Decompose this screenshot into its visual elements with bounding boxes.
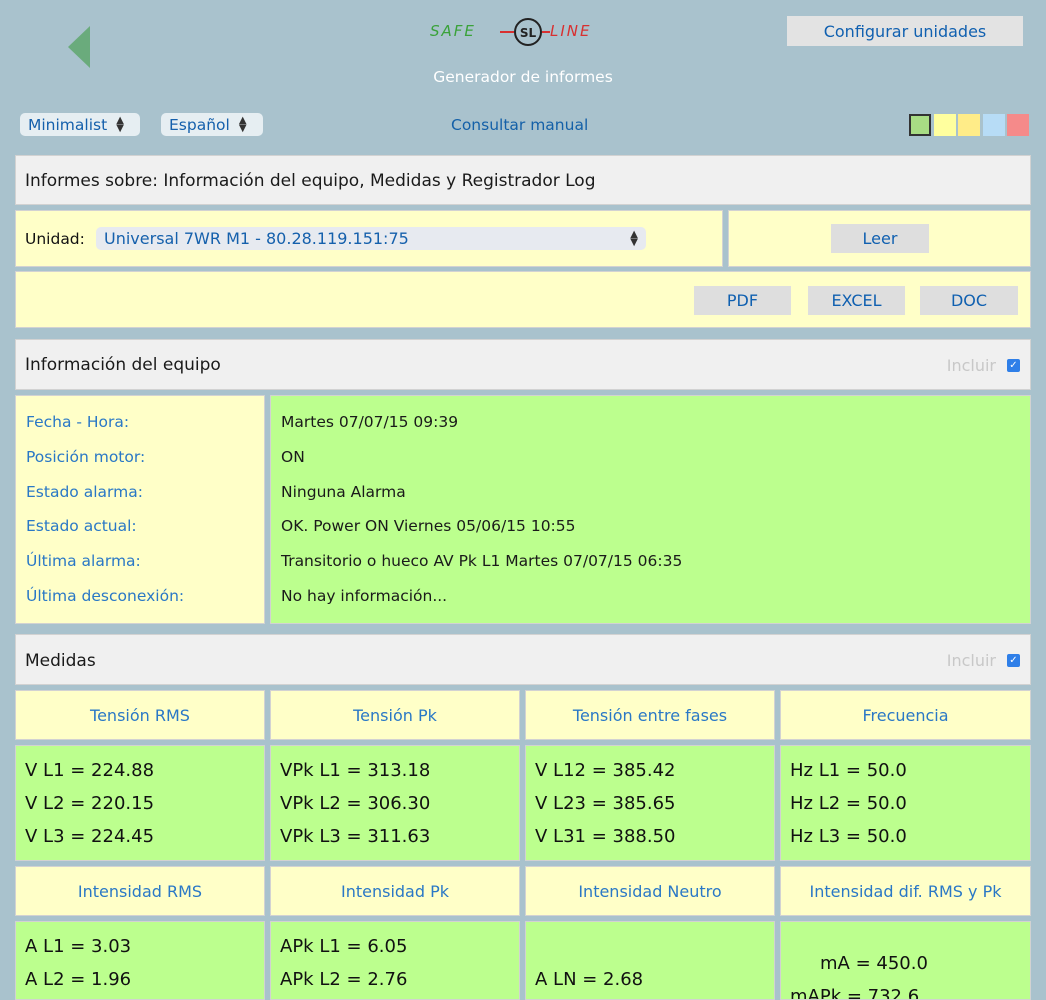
measure-value: Hz L2 = 50.0	[790, 793, 907, 814]
equipment-value: Ninguna Alarma	[281, 483, 406, 501]
measure-value: mAPk = 732.6	[790, 986, 920, 1000]
equipment-value: Transitorio o hueco AV Pk L1 Martes 07/0…	[281, 552, 683, 570]
equipment-label: Estado actual:	[26, 517, 137, 535]
measure-values-panel: V L12 = 385.42 V L23 = 385.65 V L31 = 38…	[525, 745, 775, 861]
equipment-label: Fecha - Hora:	[26, 413, 130, 431]
measures-include-checkbox[interactable]: ✓	[1007, 654, 1020, 667]
measure-value: V L2 = 220.15	[25, 793, 155, 814]
equipment-labels-panel: Fecha - Hora: Posición motor: Estado ala…	[15, 395, 265, 624]
equipment-value: Martes 07/07/15 09:39	[281, 413, 459, 431]
equipment-label: Estado alarma:	[26, 483, 143, 501]
measures-include-label: Incluir	[946, 651, 996, 670]
measure-header: Intensidad dif. RMS y Pk	[780, 866, 1031, 916]
measure-value: V L1 = 224.88	[25, 760, 155, 781]
equipment-include-checkbox[interactable]: ✓	[1007, 359, 1020, 372]
measure-header: Intensidad Neutro	[525, 866, 775, 916]
measure-values-panel: A L1 = 3.03 A L2 = 1.96	[15, 921, 265, 1000]
language-select-value: Español	[169, 115, 230, 134]
equipment-label: Última desconexión:	[26, 587, 185, 605]
configure-units-button[interactable]: Configurar unidades	[787, 16, 1023, 46]
measure-header: Intensidad RMS	[15, 866, 265, 916]
theme-select-value: Minimalist	[28, 115, 108, 134]
measure-value: mA = 450.0	[820, 953, 928, 974]
back-arrow-icon[interactable]	[68, 26, 90, 68]
measure-value: Hz L3 = 50.0	[790, 826, 907, 847]
measure-header: Tensión Pk	[270, 690, 520, 740]
logo-line-text: LINE	[550, 22, 591, 40]
measure-value: VPk L3 = 311.63	[280, 826, 431, 847]
equipment-include-label: Incluir	[946, 356, 996, 375]
page-subtitle: Generador de informes	[433, 68, 613, 86]
safeline-logo: SAFE SL LINE	[430, 18, 591, 46]
measure-header: Tensión entre fases	[525, 690, 775, 740]
svg-text:SL: SL	[520, 26, 537, 40]
select-arrows-icon: ▲ ▼	[630, 228, 638, 248]
measure-header: Frecuencia	[780, 690, 1031, 740]
unit-select[interactable]: Universal 7WR M1 - 80.28.119.151:75 ▲ ▼	[96, 227, 646, 250]
measure-header: Tensión RMS	[15, 690, 265, 740]
measure-value: VPk L2 = 306.30	[280, 793, 431, 814]
color-swatch-red[interactable]	[1007, 114, 1029, 136]
unit-select-value: Universal 7WR M1 - 80.28.119.151:75	[104, 229, 409, 248]
equipment-label: Posición motor:	[26, 448, 146, 466]
equipment-value: ON	[281, 448, 305, 466]
measure-values-panel: Hz L1 = 50.0 Hz L2 = 50.0 Hz L3 = 50.0	[780, 745, 1031, 861]
select-arrows-icon: ▲ ▼	[238, 114, 247, 134]
measure-value: V L23 = 385.65	[535, 793, 676, 814]
measure-value: VPk L1 = 313.18	[280, 760, 431, 781]
measure-values-panel: A LN = 2.68	[525, 921, 775, 1000]
color-swatch-green[interactable]	[909, 114, 931, 136]
color-swatch-yellow[interactable]	[934, 114, 956, 136]
measure-value: A LN = 2.68	[535, 969, 644, 990]
measure-values-panel: VPk L1 = 313.18 VPk L2 = 306.30 VPk L3 =…	[270, 745, 520, 861]
measure-value: V L31 = 388.50	[535, 826, 676, 847]
excel-button[interactable]: EXCEL	[808, 286, 905, 315]
measure-value: APk L2 = 2.76	[280, 969, 408, 990]
measures-title-panel: Medidas Incluir ✓	[15, 634, 1031, 685]
equipment-title: Información del equipo	[25, 355, 221, 375]
equipment-title-panel: Información del equipo Incluir ✓	[15, 339, 1031, 390]
measure-value: V L3 = 224.45	[25, 826, 155, 847]
equipment-values-panel: Martes 07/07/15 09:39 ON Ninguna Alarma …	[270, 395, 1031, 624]
reports-title-panel: Informes sobre: Información del equipo, …	[15, 155, 1031, 205]
color-swatch-blue[interactable]	[983, 114, 1005, 136]
reports-title: Informes sobre: Información del equipo, …	[25, 171, 596, 191]
color-swatch-amber[interactable]	[958, 114, 980, 136]
measure-value: A L2 = 1.96	[25, 969, 132, 990]
select-arrows-icon: ▲ ▼	[116, 114, 124, 134]
measure-values-panel: mA = 450.0 mAPk = 732.6	[780, 921, 1031, 1000]
equipment-value: No hay información...	[281, 587, 448, 605]
logo-safe-text: SAFE	[430, 22, 476, 40]
read-button[interactable]: Leer	[831, 224, 929, 253]
measure-value: Hz L1 = 50.0	[790, 760, 907, 781]
measure-values-panel: V L1 = 224.88 V L2 = 220.15 V L3 = 224.4…	[15, 745, 265, 861]
doc-button[interactable]: DOC	[920, 286, 1018, 315]
measures-title: Medidas	[25, 651, 96, 671]
theme-select[interactable]: Minimalist ▲ ▼	[20, 113, 140, 136]
equipment-value: OK. Power ON Viernes 05/06/15 10:55	[281, 517, 576, 535]
pdf-button[interactable]: PDF	[694, 286, 791, 315]
measure-value: V L12 = 385.42	[535, 760, 676, 781]
measure-value: A L1 = 3.03	[25, 936, 132, 957]
unit-label: Unidad:	[25, 230, 85, 248]
language-select[interactable]: Español ▲ ▼	[161, 113, 263, 136]
measure-value: APk L1 = 6.05	[280, 936, 408, 957]
measure-header: Intensidad Pk	[270, 866, 520, 916]
manual-link[interactable]: Consultar manual	[451, 116, 588, 134]
equipment-label: Última alarma:	[26, 552, 141, 570]
measure-values-panel: APk L1 = 6.05 APk L2 = 2.76	[270, 921, 520, 1000]
